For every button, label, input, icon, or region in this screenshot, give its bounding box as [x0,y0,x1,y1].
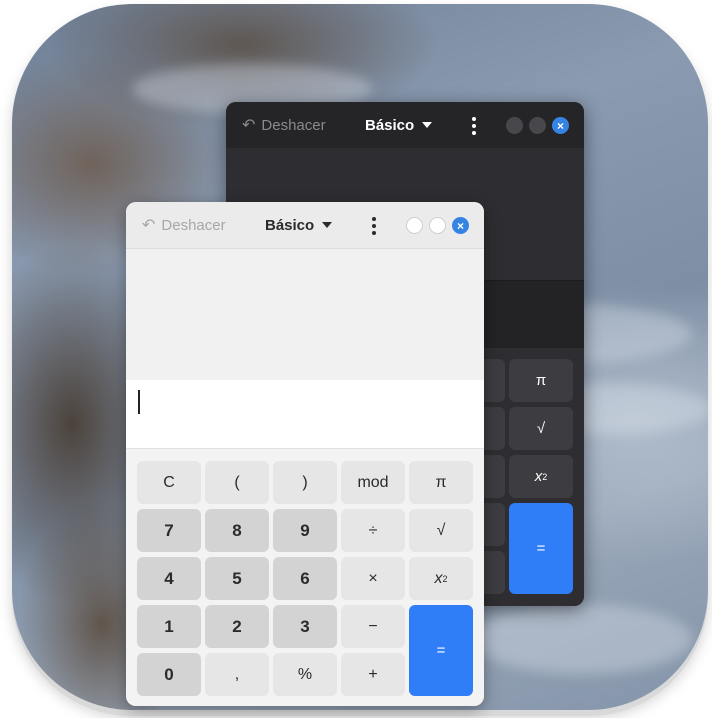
menu-dot-icon [372,224,376,228]
key-label: x [434,569,443,587]
key-equals[interactable]: = [409,605,473,696]
key-label: % [297,665,313,683]
key-label: 9 [300,520,310,540]
key-label: 0 [164,664,174,684]
key-0[interactable]: 0 [137,653,201,696]
menu-button[interactable] [372,217,376,235]
key-divide[interactable]: ÷ [341,509,405,552]
key-label: x [534,468,543,485]
key-square[interactable]: x2 [509,455,573,498]
key-square[interactable]: x2 [409,557,473,600]
key-label: ( [234,473,240,491]
key-sqrt[interactable]: √ [509,407,573,450]
key-pi[interactable]: π [509,359,573,402]
key-label: mod [357,473,389,491]
key-label: 3 [300,616,310,636]
key-exponent: 2 [542,471,548,482]
undo-label: Deshacer [261,116,326,134]
keypad: C ( ) mod π 7 8 9 ÷ √ 4 5 6 × x2 1 2 3 −… [126,449,484,706]
key-6[interactable]: 6 [273,557,337,600]
minimize-button[interactable] [506,117,523,134]
key-label: × [368,569,378,587]
undo-icon: ↶ [242,117,256,134]
menu-dot-icon [472,131,476,135]
menu-dot-icon [372,231,376,235]
key-minus[interactable]: − [341,605,405,648]
key-pi[interactable]: π [409,461,473,504]
key-label: √ [436,521,446,539]
menu-dot-icon [472,117,476,121]
key-equals[interactable]: = [509,503,573,594]
key-1[interactable]: 1 [137,605,201,648]
menu-button[interactable] [472,117,476,135]
history-display [126,249,484,380]
text-cursor [138,390,140,414]
key-label: + [368,665,378,683]
key-label: − [368,617,378,635]
key-label: 8 [232,520,242,540]
menu-dot-icon [472,124,476,128]
minimize-button[interactable] [406,217,423,234]
close-icon: × [556,118,564,133]
mode-label: Básico [365,116,415,134]
wave-highlight [472,604,692,674]
close-button[interactable]: × [452,217,469,234]
key-label: , [234,665,240,683]
key-5[interactable]: 5 [205,557,269,600]
key-label: 5 [232,568,242,588]
mode-selector[interactable]: Básico [365,102,433,148]
maximize-button[interactable] [429,217,446,234]
key-label: 1 [164,616,174,636]
header-bar: ↶ Deshacer Básico × [226,102,584,148]
maximize-button[interactable] [529,117,546,134]
key-exponent: 2 [442,573,448,584]
close-button[interactable]: × [552,117,569,134]
header-bar: ↶ Deshacer Básico × [126,202,484,249]
undo-button[interactable]: ↶ Deshacer [142,202,226,248]
key-label: ) [302,473,308,491]
undo-button[interactable]: ↶ Deshacer [242,102,326,148]
chevron-down-icon [322,222,333,228]
key-sqrt[interactable]: √ [409,509,473,552]
key-7[interactable]: 7 [137,509,201,552]
mode-selector[interactable]: Básico [265,202,333,248]
undo-label: Deshacer [161,216,226,234]
key-label: = [536,540,546,557]
entry-field[interactable] [126,380,484,449]
calculator-window-light: ↶ Deshacer Básico × C ( ) mod π 7 8 9 ÷ … [126,202,484,706]
key-label: 7 [164,520,174,540]
chevron-down-icon [422,122,433,128]
key-clear[interactable]: C [137,461,201,504]
key-label: π [535,372,547,389]
key-8[interactable]: 8 [205,509,269,552]
close-icon: × [456,218,464,233]
key-close-paren[interactable]: ) [273,461,337,504]
key-label: 4 [164,568,174,588]
key-label: ÷ [368,521,378,539]
key-label: 6 [300,568,310,588]
menu-dot-icon [372,217,376,221]
key-9[interactable]: 9 [273,509,337,552]
key-label: 2 [232,616,242,636]
key-3[interactable]: 3 [273,605,337,648]
undo-icon: ↶ [142,217,156,234]
key-comma[interactable]: , [205,653,269,696]
key-multiply[interactable]: × [341,557,405,600]
key-4[interactable]: 4 [137,557,201,600]
key-percent[interactable]: % [273,653,337,696]
key-plus[interactable]: + [341,653,405,696]
key-label: = [436,642,446,659]
mode-label: Básico [265,216,315,234]
key-2[interactable]: 2 [205,605,269,648]
key-open-paren[interactable]: ( [205,461,269,504]
key-label: √ [536,420,546,437]
key-label: C [163,473,175,491]
key-mod[interactable]: mod [341,461,405,504]
key-label: π [435,473,447,491]
